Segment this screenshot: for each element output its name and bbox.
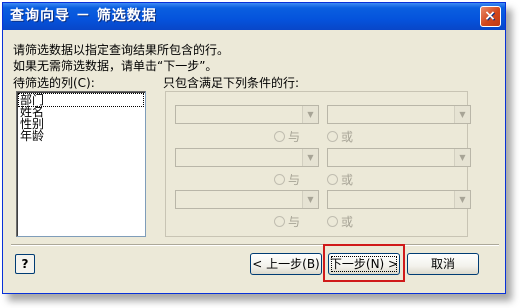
- conditions-panel: ▼ ▼ 与 或 ▼ ▼ 与 或 ▼ ▼ 与 或: [165, 91, 471, 237]
- and-radio-1[interactable]: 与: [274, 128, 301, 144]
- radio-icon: [327, 174, 338, 185]
- instruction-line-2: 如果无需筛选数据，请单击“下一步”。: [13, 59, 218, 73]
- or-label: 或: [341, 130, 354, 144]
- chevron-down-icon: ▼: [454, 191, 470, 208]
- radio-icon: [274, 216, 285, 227]
- and-radio-2[interactable]: 与: [274, 171, 301, 187]
- chevron-down-icon: ▼: [454, 149, 470, 166]
- chevron-down-icon: ▼: [302, 191, 318, 208]
- or-label: 或: [341, 173, 354, 187]
- close-icon: ×: [484, 8, 497, 24]
- cancel-button[interactable]: 取消: [407, 253, 479, 275]
- condition-value-select-3[interactable]: ▼: [327, 190, 471, 209]
- window-title: 查询向导 － 筛选数据: [10, 8, 157, 24]
- help-icon: ?: [21, 257, 29, 271]
- and-label: 与: [288, 215, 301, 229]
- or-radio-3[interactable]: 或: [327, 213, 354, 229]
- condition-operator-select-1[interactable]: ▼: [175, 105, 319, 124]
- and-radio-3[interactable]: 与: [274, 213, 301, 229]
- radio-icon: [274, 131, 285, 142]
- chevron-down-icon: ▼: [302, 149, 318, 166]
- chevron-down-icon: ▼: [454, 106, 470, 123]
- title-bar: 查询向导 － 筛选数据 ×: [3, 3, 505, 30]
- footer-separator: [11, 244, 499, 246]
- radio-icon: [327, 131, 338, 142]
- condition-operator-select-3[interactable]: ▼: [175, 190, 319, 209]
- and-label: 与: [288, 173, 301, 187]
- back-button[interactable]: < 上一步(B): [250, 253, 322, 275]
- next-button-highlight: [323, 244, 405, 282]
- columns-list-label: 待筛选的列(C):: [13, 76, 95, 90]
- condition-value-select-2[interactable]: ▼: [327, 148, 471, 167]
- query-wizard-dialog: 查询向导 － 筛选数据 × 请筛选数据以指定查询结果所包含的行。 如果无需筛选数…: [2, 2, 506, 294]
- or-radio-2[interactable]: 或: [327, 171, 354, 187]
- close-button[interactable]: ×: [480, 6, 501, 27]
- help-button[interactable]: ?: [15, 254, 35, 274]
- radio-icon: [327, 216, 338, 227]
- or-radio-1[interactable]: 或: [327, 128, 354, 144]
- columns-listbox[interactable]: 部门 姓名 性别 年龄: [16, 91, 146, 237]
- instruction-line-1: 请筛选数据以指定查询结果所包含的行。: [13, 43, 230, 57]
- chevron-down-icon: ▼: [302, 106, 318, 123]
- and-label: 与: [288, 130, 301, 144]
- conditions-label: 只包含满足下列条件的行:: [163, 76, 300, 90]
- or-label: 或: [341, 215, 354, 229]
- condition-operator-select-2[interactable]: ▼: [175, 148, 319, 167]
- list-item[interactable]: 年龄: [19, 130, 143, 142]
- radio-icon: [274, 174, 285, 185]
- condition-value-select-1[interactable]: ▼: [327, 105, 471, 124]
